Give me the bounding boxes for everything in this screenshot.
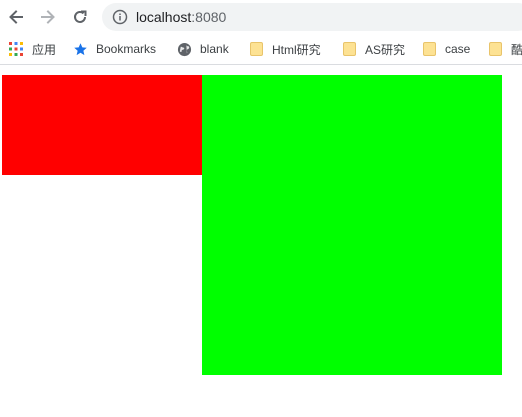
bookmark-label: 酷 bbox=[511, 42, 522, 57]
red-box bbox=[2, 75, 202, 175]
green-box bbox=[202, 75, 502, 375]
bookmark-as-research[interactable]: AS研究 bbox=[341, 34, 405, 64]
info-icon[interactable] bbox=[112, 9, 128, 25]
bookmark-label: Bookmarks bbox=[96, 42, 157, 56]
forward-button[interactable] bbox=[36, 5, 60, 29]
folder-icon bbox=[341, 41, 357, 57]
url-host: localhost bbox=[136, 9, 192, 25]
reload-icon bbox=[74, 10, 87, 23]
bookmark-cool[interactable]: 酷 bbox=[487, 34, 522, 64]
apps-grid-icon bbox=[8, 41, 24, 57]
back-button[interactable] bbox=[4, 5, 28, 29]
bookmark-case[interactable]: case bbox=[421, 34, 470, 64]
bookmark-label: Html研究 bbox=[272, 42, 321, 57]
bookmark-label: AS研究 bbox=[365, 42, 406, 57]
arrow-right-icon bbox=[41, 10, 55, 24]
bookmark-bookmarks[interactable]: Bookmarks bbox=[72, 34, 156, 64]
address-bar[interactable]: localhost:8080 bbox=[102, 3, 522, 31]
bookmark-apps[interactable]: 应用 bbox=[8, 34, 56, 64]
folder-icon bbox=[248, 41, 264, 57]
folder-icon bbox=[421, 41, 437, 57]
bookmark-label: blank bbox=[200, 42, 229, 56]
globe-icon bbox=[176, 41, 192, 57]
bookmark-label: 应用 bbox=[32, 42, 57, 57]
folder-icon bbox=[487, 41, 503, 57]
url-port: :8080 bbox=[191, 9, 227, 25]
reload-button[interactable] bbox=[68, 5, 92, 29]
bookmark-html-research[interactable]: Html研究 bbox=[248, 34, 321, 64]
arrow-left-icon bbox=[9, 10, 23, 24]
bookmark-label: case bbox=[445, 42, 471, 56]
browser-toolbar: localhost:8080 bbox=[0, 0, 522, 34]
star-icon bbox=[72, 41, 88, 57]
bookmarks-bar: 应用 Bookmarks blank Html研究 AS研究 case 酷 bbox=[0, 34, 522, 65]
url-text[interactable]: localhost:8080 bbox=[136, 9, 226, 25]
bookmark-blank[interactable]: blank bbox=[176, 34, 229, 64]
